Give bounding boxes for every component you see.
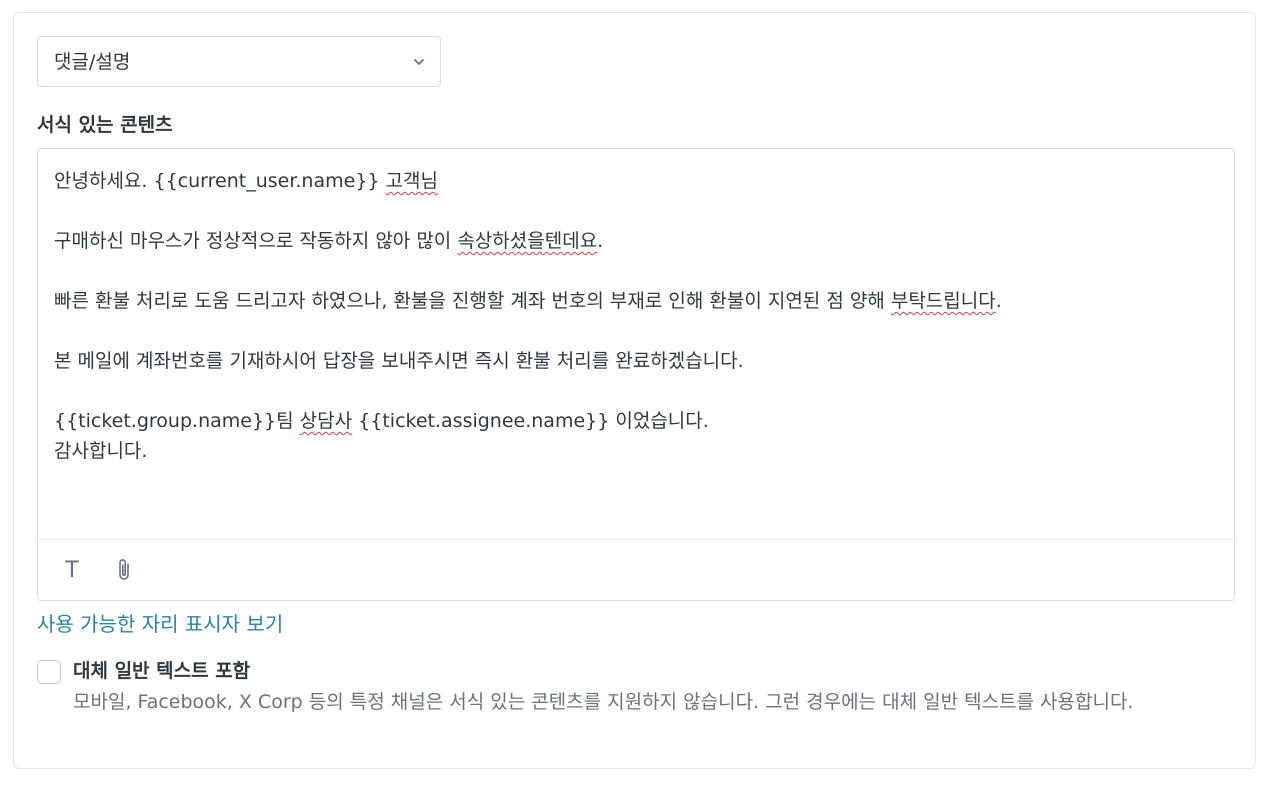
editor-text: {{ticket.assignee.name}} 이었습니다. (352, 410, 709, 432)
editor-line: {{ticket.group.name}}팀 상담사 {{ticket.assi… (54, 406, 1214, 436)
editor-text: 구매하신 마우스가 정상적으로 작동하지 않아 많이 (54, 230, 458, 252)
editor-line: 빠른 환불 처리로 도움 드리고자 하였으나, 환불을 진행할 계좌 번호의 부… (54, 286, 1214, 316)
text-format-icon[interactable]: T (58, 556, 86, 584)
spellcheck-word: 속상하셨을텐데요 (457, 230, 598, 252)
editor-text: {{ticket.group.name}}팀 (54, 410, 300, 432)
view-placeholders-link[interactable]: 사용 가능한 자리 표시자 보기 (37, 610, 283, 638)
editor-line: 본 메일에 계좌번호를 기재하시어 답장을 보내주시면 즉시 환불 처리를 완료… (54, 350, 744, 372)
attach-button[interactable] (110, 556, 138, 584)
rich-text-editor[interactable]: 안녕하세요. {{current_user.name}} 고객님 구매하신 마우… (37, 148, 1235, 601)
plain-text-checkbox[interactable] (37, 660, 61, 684)
editor-text: . (995, 290, 1002, 312)
editor-line: 감사합니다. (54, 440, 148, 462)
plain-text-label[interactable]: 대체 일반 텍스트 포함 (73, 657, 250, 685)
chevron-down-icon (414, 59, 424, 65)
plain-text-hint: 모바일, Facebook, X Corp 등의 특정 채널은 서식 있는 콘텐… (73, 691, 1134, 713)
editor-text: 안녕하세요. {{current_user.name}} (54, 170, 386, 192)
spellcheck-word: 상담사 (299, 410, 353, 432)
editor-line: 구매하신 마우스가 정상적으로 작동하지 않아 많이 속상하셨을텐데요. (54, 226, 1214, 256)
editor-toolbar: T (38, 539, 1234, 601)
paperclip-icon (119, 559, 129, 580)
editor-text: 빠른 환불 처리로 도움 드리고자 하였으나, 환불을 진행할 계좌 번호의 부… (54, 290, 891, 312)
spellcheck-word: 부탁드립니다 (890, 290, 996, 312)
select-value: 댓글/설명 (54, 51, 131, 73)
editor-line: 안녕하세요. {{current_user.name}} 고객님 (54, 166, 1214, 196)
editor-content[interactable]: 안녕하세요. {{current_user.name}} 고객님 구매하신 마우… (54, 166, 1214, 536)
rich-content-label: 서식 있는 콘텐츠 (37, 114, 173, 136)
editor-text: . (597, 230, 604, 252)
spellcheck-word: 고객님 (385, 170, 438, 192)
comment-type-select[interactable]: 댓글/설명 (37, 36, 441, 87)
